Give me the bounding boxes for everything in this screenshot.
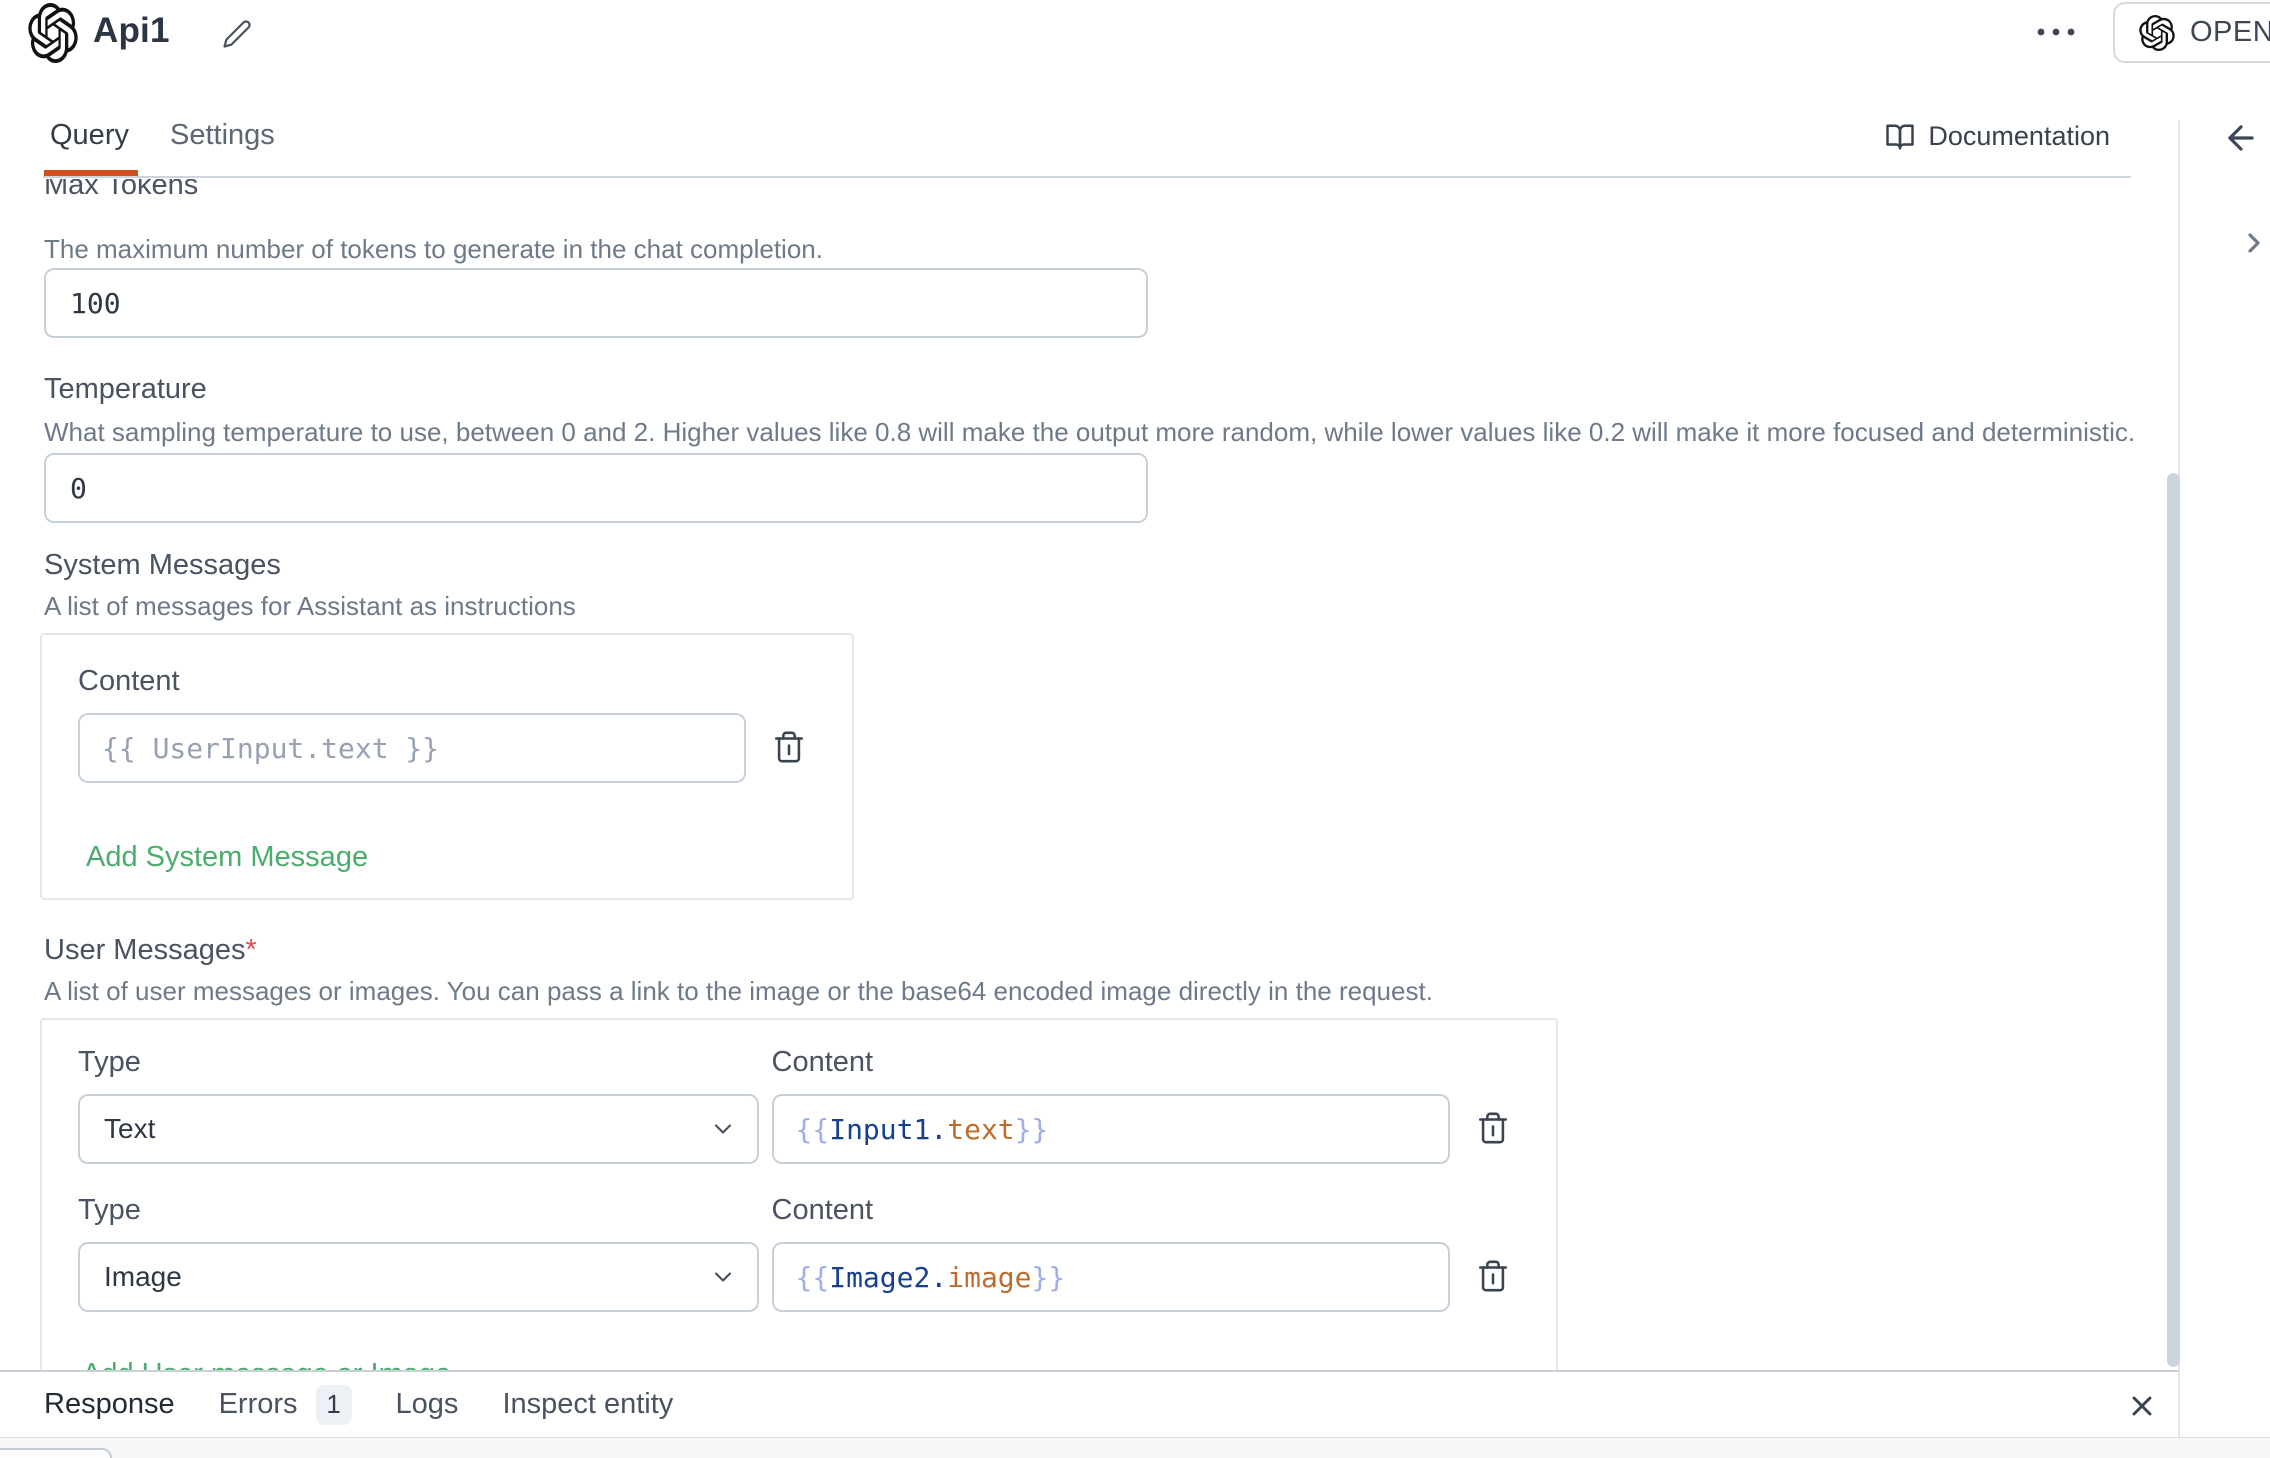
temperature-label: Temperature	[44, 369, 2178, 409]
bottom-strip	[0, 1437, 2270, 1458]
type-select[interactable]: Image	[78, 1242, 759, 1312]
datasource-selector-button[interactable]: OPEN-AI	[2113, 2, 2270, 63]
close-response-pane-button[interactable]	[2126, 1386, 2166, 1426]
trash-icon	[772, 730, 816, 764]
content-label: Content	[772, 1190, 1451, 1230]
user-content-input[interactable]: {{Input1.text}}	[772, 1094, 1451, 1164]
openai-logo-small-icon	[2139, 15, 2175, 51]
add-user-message-button[interactable]: Add User message or Image	[82, 1358, 451, 1370]
bottom-left-chip	[0, 1448, 112, 1458]
documentation-link[interactable]: Documentation	[1885, 121, 2110, 152]
tab-inspect-entity[interactable]: Inspect entity	[502, 1388, 673, 1421]
delete-system-message-button[interactable]	[772, 723, 816, 771]
temperature-input[interactable]: 0	[44, 453, 1148, 523]
chevron-down-icon	[709, 1263, 737, 1291]
system-content-placeholder: {{ UserInput.text }}	[102, 732, 439, 765]
system-content-label: Content	[78, 661, 816, 701]
expand-panel-button[interactable]	[2238, 226, 2270, 260]
temperature-description: What sampling temperature to use, betwee…	[44, 415, 2178, 449]
user-messages-label: User Messages*	[44, 930, 2178, 970]
user-messages-group: Type Text Content {{Input1.text}}	[40, 1018, 1558, 1370]
openai-logo-icon	[28, 3, 78, 63]
trash-icon	[1476, 1111, 1520, 1145]
tab-settings[interactable]: Settings	[170, 119, 275, 152]
tab-logs[interactable]: Logs	[396, 1388, 459, 1421]
pencil-icon	[222, 19, 258, 49]
delete-user-message-button[interactable]	[1476, 1104, 1520, 1152]
max-tokens-label: Max Tokens	[44, 179, 2178, 205]
user-content-input[interactable]: {{Image2.image}}	[772, 1242, 1451, 1312]
user-messages-description: A list of user messages or images. You c…	[44, 974, 2178, 1008]
more-horizontal-icon	[2034, 25, 2082, 39]
api-editor-page: Api1 OPEN-AI Query Settings Documentatio…	[0, 0, 2270, 1458]
system-content-input[interactable]: {{ UserInput.text }}	[78, 713, 746, 783]
response-pane-header: Response Errors 1 Logs Inspect entity	[0, 1370, 2178, 1437]
trash-icon	[1476, 1259, 1520, 1293]
chevron-down-icon	[709, 1115, 737, 1143]
datasource-name: OPEN-AI	[2190, 16, 2270, 49]
tab-response[interactable]: Response	[44, 1388, 175, 1421]
required-asterisk: *	[245, 934, 256, 966]
system-messages-label: System Messages	[44, 545, 2178, 585]
tab-query[interactable]: Query	[50, 119, 129, 152]
errors-count-badge: 1	[316, 1385, 352, 1425]
type-select[interactable]: Text	[78, 1094, 759, 1164]
system-messages-group: Content {{ UserInput.text }} Add System …	[40, 633, 854, 900]
max-tokens-input[interactable]: 100	[44, 268, 1148, 338]
add-system-message-button[interactable]: Add System Message	[86, 841, 368, 874]
tabbar-divider	[43, 176, 2131, 178]
system-messages-description: A list of messages for Assistant as inst…	[44, 589, 2178, 623]
type-label: Type	[78, 1190, 759, 1230]
back-arrow-button[interactable]	[2222, 118, 2262, 158]
close-icon	[2126, 1390, 2166, 1422]
max-tokens-description: The maximum number of tokens to generate…	[44, 232, 2178, 266]
edit-title-button[interactable]	[222, 16, 258, 52]
user-message-row: Type Image Content {{Image2.image}}	[78, 1190, 1520, 1312]
arrow-left-icon	[2222, 119, 2262, 157]
query-form: Max Tokens The maximum number of tokens …	[0, 179, 2178, 1370]
content-label: Content	[772, 1042, 1451, 1082]
more-menu-button[interactable]	[2034, 14, 2082, 50]
user-message-row: Type Text Content {{Input1.text}}	[78, 1042, 1520, 1164]
page-title: Api1	[93, 11, 170, 51]
type-label: Type	[78, 1042, 759, 1082]
chevron-right-icon	[2238, 227, 2270, 259]
open-book-icon	[1885, 122, 1915, 152]
delete-user-message-button[interactable]	[1476, 1252, 1520, 1300]
tab-errors[interactable]: Errors	[219, 1388, 298, 1421]
